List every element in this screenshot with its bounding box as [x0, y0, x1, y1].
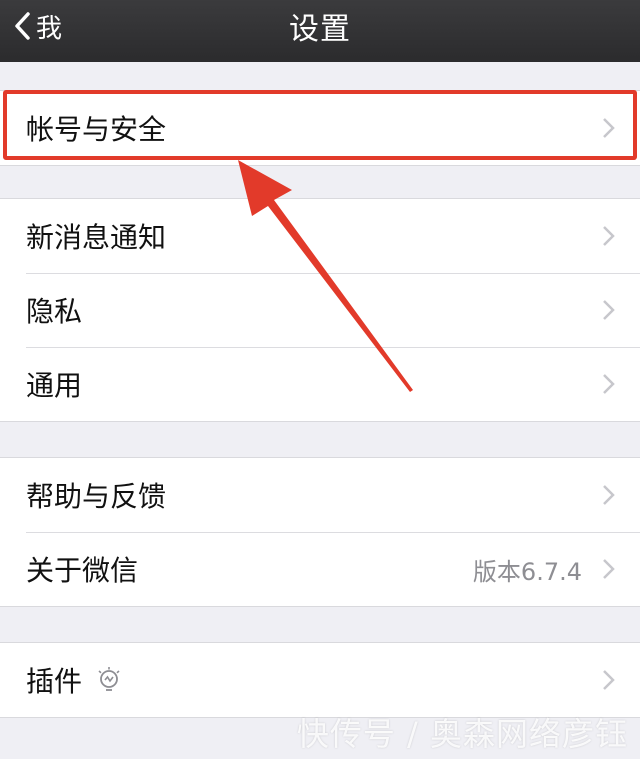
chevron-right-icon: [603, 559, 615, 579]
settings-item-label: 帮助与反馈: [26, 480, 167, 513]
settings-item-plugins[interactable]: 插件: [0, 643, 640, 717]
settings-item-account-security[interactable]: 帐号与安全: [0, 91, 640, 165]
version-label: 版本6.7.4: [472, 557, 582, 586]
chevron-right-icon: [603, 374, 615, 394]
settings-item-general[interactable]: 通用: [0, 347, 640, 421]
watermark: 快传号 / 奥森网络彦钰: [296, 715, 628, 753]
settings-group-plugins: 插件: [0, 642, 640, 718]
settings-item-label: 帐号与安全: [26, 113, 167, 146]
settings-group-account: 帐号与安全: [0, 90, 640, 166]
settings-item-label: 新消息通知: [26, 221, 167, 254]
lightbulb-icon: [96, 666, 122, 694]
settings-item-about[interactable]: 关于微信 版本6.7.4: [0, 532, 640, 606]
page-title: 设置: [289, 12, 351, 47]
settings-item-notifications[interactable]: 新消息通知: [0, 199, 640, 273]
settings-group-help: 帮助与反馈 关于微信 版本6.7.4: [0, 457, 640, 607]
settings-item-help-feedback[interactable]: 帮助与反馈: [0, 458, 640, 532]
chevron-right-icon: [603, 226, 615, 246]
navigation-bar: 我 设置: [0, 0, 640, 62]
settings-item-privacy[interactable]: 隐私: [0, 273, 640, 347]
chevron-right-icon: [603, 670, 615, 690]
chevron-right-icon: [603, 118, 615, 138]
settings-item-label: 通用: [26, 369, 83, 402]
settings-item-label: 隐私: [26, 295, 83, 328]
chevron-right-icon: [603, 485, 615, 505]
settings-item-label: 关于微信: [26, 554, 139, 587]
chevron-right-icon: [603, 300, 615, 320]
settings-group-general: 新消息通知 隐私 通用: [0, 198, 640, 422]
settings-item-label: 插件: [26, 665, 83, 698]
